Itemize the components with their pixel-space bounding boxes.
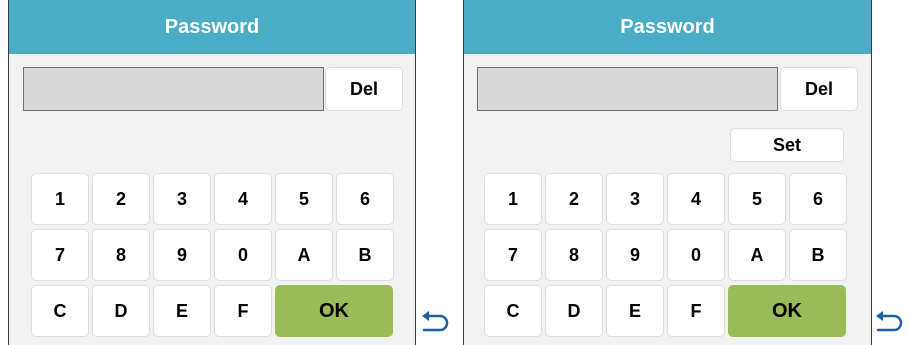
- key-0[interactable]: 0: [667, 229, 725, 281]
- key-3[interactable]: 3: [606, 173, 664, 225]
- key-e[interactable]: E: [606, 285, 664, 337]
- key-e[interactable]: E: [153, 285, 211, 337]
- key-f[interactable]: F: [667, 285, 725, 337]
- key-9[interactable]: 9: [153, 229, 211, 281]
- key-8[interactable]: 8: [92, 229, 150, 281]
- key-9[interactable]: 9: [606, 229, 664, 281]
- key-2[interactable]: 2: [92, 173, 150, 225]
- key-1[interactable]: 1: [484, 173, 542, 225]
- ok-button[interactable]: OK: [275, 285, 393, 337]
- password-panel-right: Password Del Set 1 2 3 4 5 6 7 8 9 0 A B…: [463, 0, 872, 345]
- key-4[interactable]: 4: [667, 173, 725, 225]
- key-5[interactable]: 5: [728, 173, 786, 225]
- key-5[interactable]: 5: [275, 173, 333, 225]
- key-d[interactable]: D: [92, 285, 150, 337]
- del-button[interactable]: Del: [325, 67, 403, 111]
- key-2[interactable]: 2: [545, 173, 603, 225]
- return-arrow-icon[interactable]: [420, 310, 452, 334]
- key-0[interactable]: 0: [214, 229, 272, 281]
- panel-title: Password: [464, 0, 871, 54]
- key-a[interactable]: A: [728, 229, 786, 281]
- key-3[interactable]: 3: [153, 173, 211, 225]
- key-f[interactable]: F: [214, 285, 272, 337]
- return-arrow-icon[interactable]: [874, 310, 906, 334]
- ok-button[interactable]: OK: [728, 285, 846, 337]
- key-6[interactable]: 6: [789, 173, 847, 225]
- key-8[interactable]: 8: [545, 229, 603, 281]
- key-b[interactable]: B: [336, 229, 394, 281]
- key-b[interactable]: B: [789, 229, 847, 281]
- key-c[interactable]: C: [484, 285, 542, 337]
- password-panel-left: Password Del 1 2 3 4 5 6 7 8 9 0 A B C D…: [8, 0, 416, 345]
- key-c[interactable]: C: [31, 285, 89, 337]
- del-button[interactable]: Del: [780, 67, 858, 111]
- panel-title: Password: [9, 0, 415, 54]
- key-7[interactable]: 7: [31, 229, 89, 281]
- key-7[interactable]: 7: [484, 229, 542, 281]
- key-1[interactable]: 1: [31, 173, 89, 225]
- password-field[interactable]: [477, 67, 778, 111]
- key-d[interactable]: D: [545, 285, 603, 337]
- set-button[interactable]: Set: [730, 128, 844, 162]
- key-4[interactable]: 4: [214, 173, 272, 225]
- password-field[interactable]: [23, 67, 324, 111]
- key-a[interactable]: A: [275, 229, 333, 281]
- key-6[interactable]: 6: [336, 173, 394, 225]
